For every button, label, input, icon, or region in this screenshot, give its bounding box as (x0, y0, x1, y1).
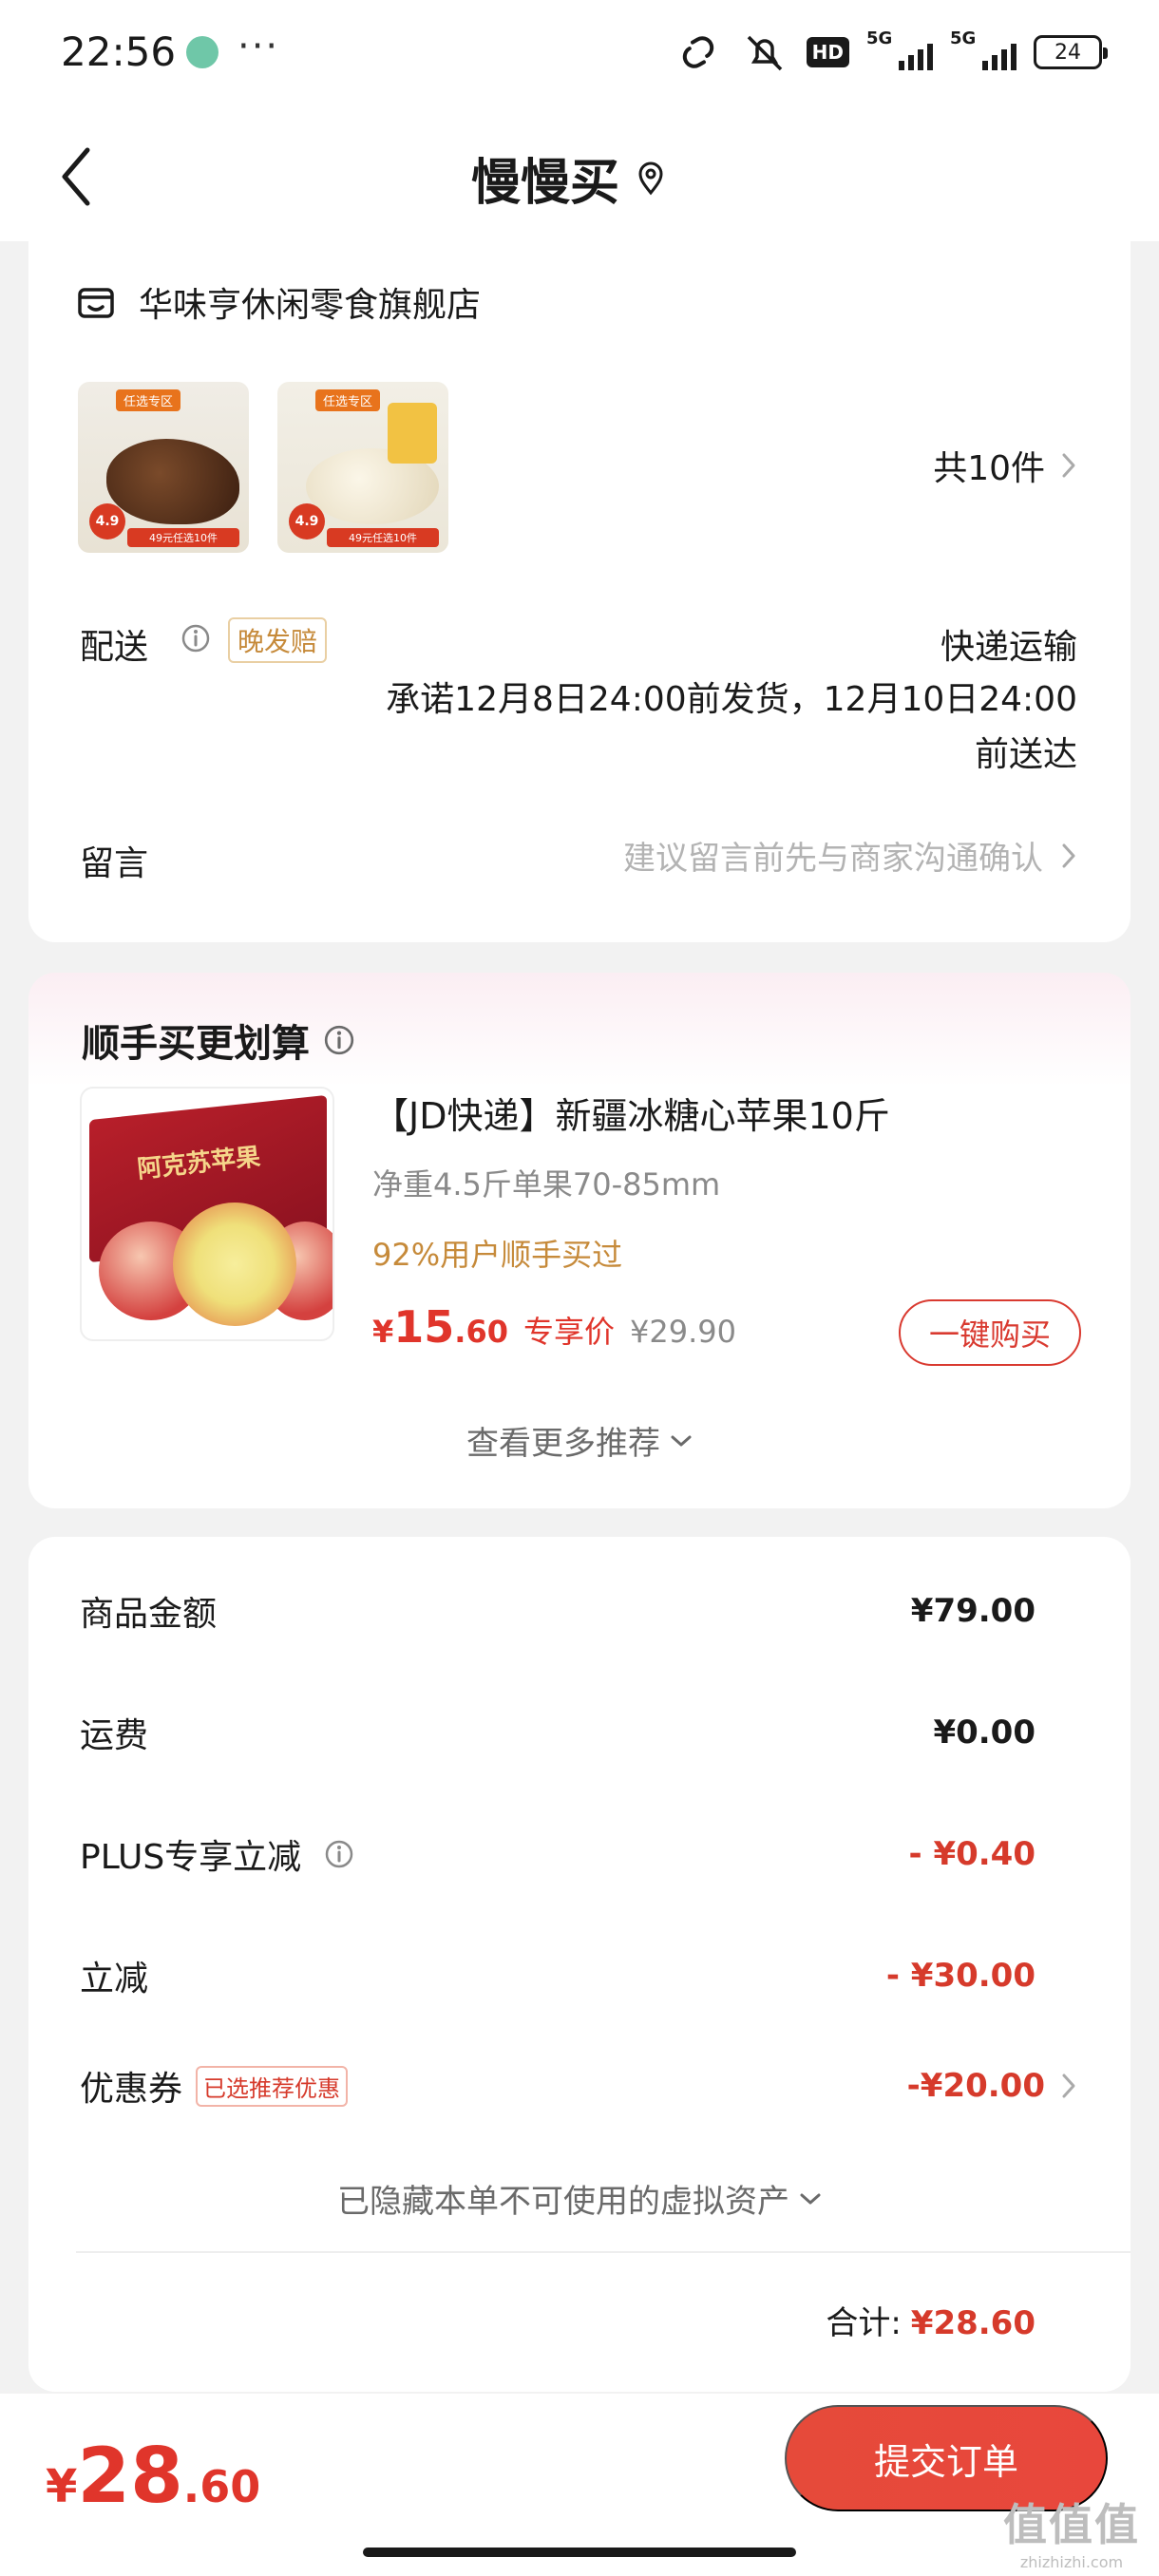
coupon-value: -¥20.00 (906, 2067, 1045, 2105)
watermark-url: zhizhizhi.com (1019, 2553, 1124, 2571)
coupon-value-group: -¥20.00 (907, 2067, 1077, 2105)
mute-bell-icon (740, 31, 789, 73)
message-field[interactable]: 建议留言前先与商家沟通确认 (623, 832, 1077, 879)
coupon-label-group: 优惠券 已选推荐优惠 (80, 2061, 349, 2111)
store-icon (76, 282, 116, 322)
page-title: 慢慢买 (471, 155, 620, 212)
shipping-fee-value: ¥0.00 (933, 1714, 1036, 1752)
beef-jerky-image (106, 439, 239, 524)
social-proof-text: 92%用户顺手买过 (372, 1237, 623, 1273)
message-label: 留言 (80, 844, 149, 883)
apple-cut-graphic (173, 1203, 296, 1326)
summary-row-shipping: 运费 ¥0.00 (80, 1708, 1036, 1757)
package-image (388, 403, 437, 464)
goods-amount-value: ¥79.00 (910, 1592, 1036, 1630)
status-icons: HD 5G 5G 24 (674, 28, 1108, 74)
delivery-info-icon[interactable] (180, 623, 211, 657)
message-placeholder: 建议留言前先与商家沟通确认 (623, 840, 1043, 878)
plus-discount-value: - ¥0.40 (908, 1835, 1036, 1873)
delivery-promise: 承诺12月8日24:00前发货，12月10日24:00前送达 (386, 680, 1077, 774)
recommendation-header: 顺手买更划算 (82, 1013, 355, 1068)
hd-icon: HD (806, 37, 849, 67)
rating-badge: 4.9 (289, 503, 325, 540)
divider (76, 2251, 1130, 2253)
summary-row-coupon[interactable]: 优惠券 已选推荐优惠 -¥20.00 (80, 2061, 1077, 2111)
product-thumbnail[interactable]: 任选专区 4.9 49元任选10件 (277, 382, 448, 553)
rating-badge: 4.9 (89, 503, 125, 540)
recommendation-card: 顺手买更划算 阿克苏苹果 【JD快递】新疆冰糖心苹果10斤 净重4.5斤单果70… (28, 973, 1130, 1508)
plus-discount-label: PLUS专享立减 (80, 1838, 302, 1877)
store-order-card: 华味亨休闲零食旗舰店 任选专区 4.9 49元任选10件 任选专区 4.9 49… (28, 228, 1130, 942)
page-title-group: 慢慢买 (471, 142, 665, 214)
thumbnail-tag: 任选专区 (116, 389, 181, 411)
delivery-label: 配送 (80, 628, 149, 667)
chevron-right-icon (1062, 2074, 1075, 2098)
info-icon[interactable] (324, 1839, 354, 1869)
recommended-price: ¥15.60 专享价 ¥29.90 (372, 1301, 736, 1353)
apple-product-image[interactable]: 阿克苏苹果 (80, 1087, 334, 1341)
item-count-link[interactable]: 共10件 (933, 441, 1077, 490)
see-more-recommendations[interactable]: 查看更多推荐 (28, 1417, 1130, 1464)
exclusive-price-label: 专享价 (522, 1314, 615, 1350)
summary-row-plus: PLUS专享立减 - ¥0.40 (80, 1829, 1036, 1879)
recommended-product-spec: 净重4.5斤单果70-85mm (372, 1166, 721, 1203)
store-header[interactable]: 华味亨休闲零食旗舰店 (76, 277, 481, 327)
summary-row-goods: 商品金额 ¥79.00 (80, 1586, 1036, 1636)
location-pin-icon[interactable] (636, 161, 665, 196)
watermark: 值值值 zhizhizhi.com (1003, 2491, 1140, 2571)
instant-discount-label: 立减 (80, 1960, 149, 1998)
original-price: ¥29.90 (629, 1314, 736, 1350)
store-name: 华味亨休闲零食旗舰店 (139, 286, 482, 325)
instant-discount-value: - ¥30.00 (885, 1957, 1036, 1995)
payable-amount: ¥28.60 (46, 2432, 261, 2520)
promo-bar: 49元任选10件 (127, 528, 239, 547)
exclusive-price: ¥15.60 (372, 1301, 508, 1353)
home-indicator[interactable] (363, 2548, 796, 2557)
see-more-label: 查看更多推荐 (466, 1425, 660, 1463)
recommendation-title: 顺手买更划算 (82, 1022, 310, 1066)
product-thumbnail[interactable]: 任选专区 4.9 49元任选10件 (78, 382, 249, 553)
checkout-bar: ¥28.60 提交订单 (0, 2394, 1159, 2576)
coupon-label: 优惠券 (80, 2070, 183, 2109)
order-summary-card: 商品金额 ¥79.00 运费 ¥0.00 PLUS专享立减 - ¥0.40 立减… (28, 1537, 1130, 2392)
watermark-logo: 值值值 (1003, 2499, 1140, 2550)
status-time: 22:56 (61, 28, 177, 75)
thumbnail-tag: 任选专区 (315, 389, 381, 411)
globe-icon (186, 36, 218, 68)
plus-discount-label-group: PLUS专享立减 (80, 1829, 354, 1879)
coupon-badge: 已选推荐优惠 (196, 2065, 349, 2107)
total-label: 合计: (826, 2304, 902, 2342)
recommended-product-name[interactable]: 【JD快递】新疆冰糖心苹果10斤 (372, 1087, 890, 1139)
one-click-buy-button[interactable]: 一键购买 (899, 1299, 1081, 1366)
hidden-assets-toggle[interactable]: 已隐藏本单不可使用的虚拟资产 (28, 2175, 1130, 2222)
back-icon[interactable] (53, 141, 101, 213)
signal-icon: 5G (866, 28, 933, 72)
battery-icon: 24 (1034, 35, 1108, 69)
signal-icon-2: 5G (950, 28, 1016, 72)
promo-bar: 49元任选10件 (327, 528, 439, 547)
status-bar: 22:56 ··· HD 5G 5G 24 (0, 0, 1159, 112)
more-notifications-icon: ··· (238, 25, 280, 68)
shipping-fee-label: 运费 (80, 1716, 149, 1755)
chevron-right-icon (1062, 843, 1075, 867)
chevron-down-icon (671, 1435, 692, 1446)
link-icon (674, 33, 723, 71)
late-compensation-badge: 晚发赔 (228, 617, 328, 663)
info-icon[interactable] (323, 1024, 355, 1056)
chevron-right-icon (1060, 451, 1077, 480)
delivery-method: 快递运输 (940, 628, 1077, 667)
hidden-assets-label: 已隐藏本单不可使用的虚拟资产 (337, 2183, 789, 2221)
summary-row-instant: 立减 - ¥30.00 (80, 1951, 1036, 2000)
item-count: 共10件 (933, 449, 1045, 488)
order-total: 合计: ¥28.60 (826, 2297, 1036, 2343)
nav-bar: 慢慢买 (0, 112, 1159, 241)
goods-amount-label: 商品金额 (80, 1595, 218, 1634)
chevron-down-icon (800, 2193, 821, 2204)
total-value: ¥28.60 (910, 2304, 1036, 2342)
